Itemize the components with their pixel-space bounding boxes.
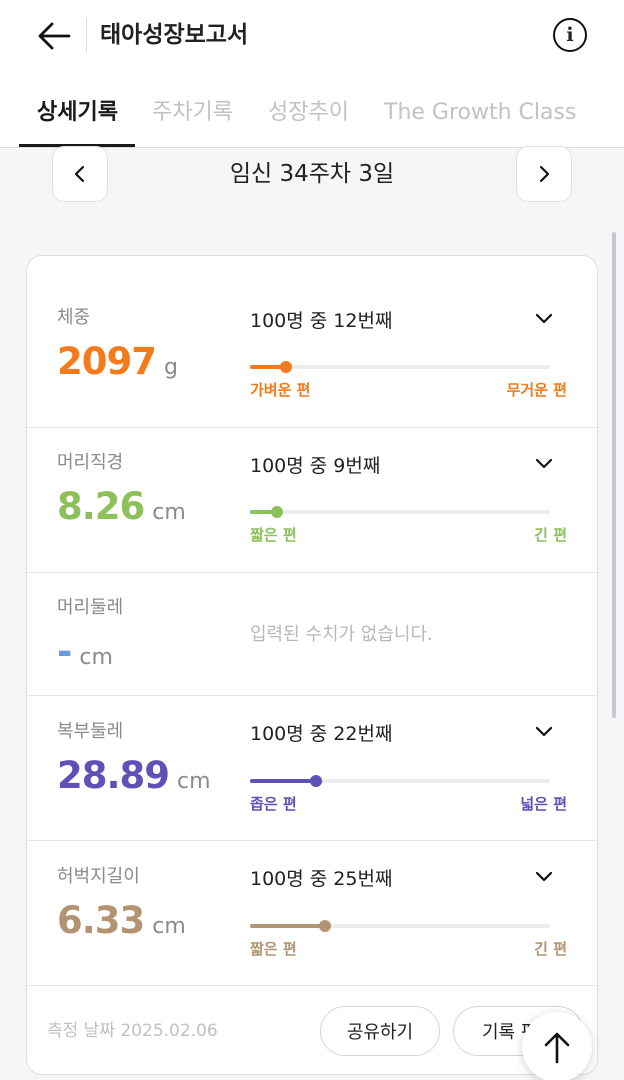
percentile-knob: [271, 506, 283, 518]
metric-number: 2097: [57, 340, 157, 383]
chevron-down-icon: [535, 726, 553, 737]
metric-row-femur-length: 허벅지길이 6.33 cm 100명 중 25번째 짧은 편 긴 편: [27, 841, 597, 986]
percentile-knob: [319, 920, 331, 932]
rank-text: 100명 중 22번째: [250, 723, 393, 745]
scrollbar[interactable]: [612, 232, 616, 718]
metric-row-abdominal-circumference: 복부둘레 28.89 cm 100명 중 22번째 좁은 편 넓은 편: [27, 696, 597, 841]
metric-row-head-circumference: 머리둘레 - cm 입력된 수치가 없습니다.: [27, 573, 597, 696]
tab-weekly-record[interactable]: 주차기록: [152, 98, 233, 128]
app-header: 태아성장보고서 i 상세기록 주차기록 성장추이 The Growth Clas…: [0, 0, 624, 148]
scroll-to-top-button[interactable]: [522, 1012, 592, 1080]
tab-bar: 상세기록 주차기록 성장추이 The Growth Class: [0, 92, 624, 148]
metric-unit: cm: [152, 500, 186, 525]
measurement-date: 측정 날짜 2025.02.06: [47, 1021, 218, 1041]
metric-unit: cm: [177, 769, 211, 794]
title-divider: [86, 18, 87, 52]
tab-growth-class[interactable]: The Growth Class: [384, 98, 576, 128]
rank-text: 100명 중 25번째: [250, 868, 393, 890]
percentile-track: [250, 920, 550, 932]
metric-row-head-diameter: 머리직경 8.26 cm 100명 중 9번째 짧은 편 긴 편: [27, 428, 597, 573]
metric-label: 허벅지길이: [57, 866, 140, 887]
arrow-up-icon: [544, 1032, 570, 1064]
low-label: 짧은 편: [250, 526, 297, 544]
metric-number: -: [57, 630, 72, 673]
percentile-fill: [250, 924, 325, 928]
metric-value: 2097 g: [57, 340, 178, 390]
metric-number: 8.26: [57, 485, 145, 528]
percentile-track: [250, 361, 550, 373]
chevron-down-icon: [535, 313, 553, 324]
metric-number: 28.89: [57, 754, 170, 797]
share-button[interactable]: 공유하기: [320, 1006, 440, 1056]
metric-number: 6.33: [57, 899, 145, 942]
metric-unit: cm: [152, 914, 186, 939]
chevron-left-icon: [74, 165, 85, 183]
metric-unit: cm: [79, 645, 113, 670]
tab-growth-trend[interactable]: 성장추이: [268, 98, 349, 128]
chevron-right-icon: [539, 165, 550, 183]
metric-value: - cm: [57, 630, 113, 680]
rank-text: 100명 중 9번째: [250, 455, 381, 477]
rank-text: 100명 중 12번째: [250, 310, 393, 332]
high-label: 긴 편: [534, 526, 567, 544]
next-week-button[interactable]: [516, 146, 572, 202]
back-button[interactable]: [34, 16, 74, 56]
arrow-left-icon: [38, 22, 71, 50]
metric-value: 8.26 cm: [57, 485, 186, 535]
percentile-knob: [310, 775, 322, 787]
percentile-track: [250, 506, 550, 518]
info-button[interactable]: i: [553, 18, 587, 52]
metric-value: 6.33 cm: [57, 899, 186, 949]
percentile-fill: [250, 779, 316, 783]
high-label: 긴 편: [534, 940, 567, 958]
metric-label: 체중: [57, 307, 91, 328]
info-circle-icon: i: [566, 24, 574, 46]
expand-button[interactable]: [531, 451, 557, 477]
metric-label: 복부둘레: [57, 721, 124, 742]
percentile-track: [250, 775, 550, 787]
empty-value-message: 입력된 수치가 없습니다.: [250, 624, 433, 645]
high-label: 넓은 편: [520, 795, 567, 813]
metric-value: 28.89 cm: [57, 754, 211, 804]
week-label: 임신 34주차 3일: [229, 161, 395, 187]
low-label: 좁은 편: [250, 795, 297, 813]
expand-button[interactable]: [531, 306, 557, 332]
low-label: 짧은 편: [250, 940, 297, 958]
metric-row-weight: 체중 2097 g 100명 중 12번째 가벼운 편 무거운 편: [27, 256, 597, 428]
metric-label: 머리둘레: [57, 597, 124, 618]
low-label: 가벼운 편: [250, 381, 311, 399]
high-label: 무거운 편: [506, 381, 567, 399]
metric-label: 머리직경: [57, 452, 124, 473]
expand-button[interactable]: [531, 719, 557, 745]
metric-unit: g: [163, 355, 178, 380]
tab-detail-record[interactable]: 상세기록: [37, 98, 118, 128]
page-title: 태아성장보고서: [100, 22, 249, 48]
percentile-knob: [280, 361, 292, 373]
chevron-down-icon: [535, 871, 553, 882]
chevron-down-icon: [535, 458, 553, 469]
measurement-card: 체중 2097 g 100명 중 12번째 가벼운 편 무거운 편 머리직경 8.…: [26, 255, 598, 1075]
expand-button[interactable]: [531, 864, 557, 890]
prev-week-button[interactable]: [52, 146, 108, 202]
